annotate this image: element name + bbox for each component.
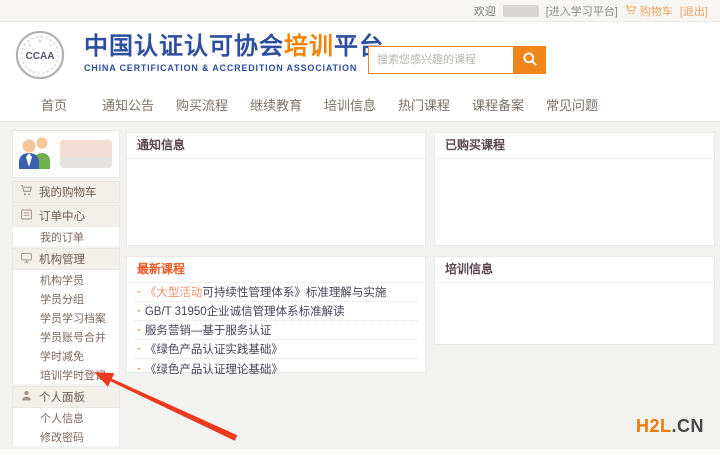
nav-item[interactable]: 首页 (17, 95, 91, 114)
nav-item[interactable]: 热门课程 (387, 95, 461, 114)
title-part-orange: 培训 (284, 33, 334, 60)
title-part-blue1: 中国认证认可协会 (84, 33, 284, 60)
svg-text:CCAA: CCAA (25, 51, 55, 62)
bullet-icon: - (137, 305, 141, 317)
site-subtitle: CHINA CERTIFICATION & ACCREDITION ASSOCI… (84, 63, 384, 73)
course-title: 《绿色产品认证理论基础》 (145, 361, 283, 377)
bullet-icon: - (137, 363, 141, 375)
latest-panel-title: 最新课程 (127, 257, 425, 283)
cart-icon (625, 4, 637, 19)
sidebar-item[interactable]: 学员账号合并 (12, 327, 120, 346)
course-link[interactable]: -《大型活动可持续性管理体系》标准理解与实施 (135, 283, 417, 302)
site-title: 中国认证认可协会培训平台 (84, 34, 384, 60)
topbar-cart-link[interactable]: 购物车 (625, 3, 673, 19)
course-link[interactable]: -《绿色产品认证实践基础》 (135, 340, 417, 359)
site-title-block: 中国认证认可协会培训平台 CHINA CERTIFICATION & ACCRE… (84, 34, 384, 73)
sidebar-section-header[interactable]: 机构管理 (12, 248, 120, 270)
ccaa-logo: CCAA (15, 30, 65, 80)
nav-item[interactable]: 常见问题 (535, 95, 609, 114)
nav-item[interactable]: 课程备案 (461, 95, 535, 114)
order-icon (20, 208, 33, 224)
welcome-label: 欢迎 (474, 3, 496, 19)
nav-item[interactable]: 购买流程 (165, 95, 239, 114)
sidebar-section-label: 我的购物车 (39, 184, 97, 200)
sidebar-section-header[interactable]: 我的购物车 (12, 181, 120, 203)
sidebar: 我的购物车订单中心我的订单机构管理机构学员学员分组学员学习档案学员账号合并学时减… (12, 130, 120, 446)
h2l-watermark: H2L.CN (636, 416, 704, 437)
watermark-suffix: .CN (672, 416, 705, 436)
search-button[interactable] (513, 46, 546, 74)
notice-panel: 通知信息 (126, 132, 426, 246)
search-input[interactable] (368, 46, 513, 74)
nav-item[interactable]: 通知公告 (91, 95, 165, 114)
username-redacted (503, 5, 539, 17)
course-link[interactable]: -服务营销—基于服务认证 (135, 321, 417, 340)
latest-courses-list: -《大型活动可持续性管理体系》标准理解与实施-GB/T 31950企业诚信管理体… (127, 283, 425, 378)
course-search (368, 46, 546, 74)
person-icon (20, 389, 33, 405)
sidebar-section-header[interactable]: 订单中心 (12, 205, 120, 227)
course-title-highlight: 《大型活动 (145, 284, 203, 300)
sidebar-section-header[interactable]: 个人面板 (12, 386, 120, 408)
bullet-icon: - (137, 343, 141, 355)
purchased-panel-title: 已购买课程 (435, 133, 714, 159)
sidebar-item[interactable]: 我的订单 (12, 227, 120, 246)
sidebar-item[interactable]: 学员学习档案 (12, 308, 120, 327)
sidebar-item[interactable]: 学员分组 (12, 289, 120, 308)
sidebar-item[interactable]: 修改密码 (12, 427, 120, 446)
topbar: 欢迎 [进入学习平台] 购物车 [退出] (0, 0, 720, 22)
bullet-icon: - (137, 286, 141, 298)
logout-link[interactable]: [退出] (680, 3, 708, 19)
sidebar-section-label: 订单中心 (39, 208, 85, 224)
user-profile-card (12, 130, 120, 178)
cart-icon (20, 184, 33, 200)
enter-platform-link[interactable]: [进入学习平台] (546, 3, 618, 19)
bottom-strip (0, 449, 720, 455)
course-title: 可持续性管理体系》标准理解与实施 (202, 284, 386, 300)
course-link[interactable]: -《绿色产品认证理论基础》 (135, 359, 417, 378)
sidebar-section-label: 个人面板 (39, 389, 85, 405)
course-link[interactable]: -GB/T 31950企业诚信管理体系标准解读 (135, 302, 417, 321)
course-title: 服务营销—基于服务认证 (145, 322, 272, 338)
watermark-brand: H2L (636, 416, 672, 436)
user-name-redacted (60, 140, 112, 168)
header: CCAA 中国认证认可协会培训平台 CHINA CERTIFICATION & … (0, 22, 720, 88)
sidebar-item[interactable]: 机构学员 (12, 270, 120, 289)
course-title: GB/T 31950企业诚信管理体系标准解读 (145, 303, 345, 319)
monitor-icon (20, 251, 33, 267)
sidebar-section-label: 机构管理 (39, 251, 85, 267)
latest-courses-panel: 最新课程 -《大型活动可持续性管理体系》标准理解与实施-GB/T 31950企业… (126, 256, 426, 373)
course-title: 《绿色产品认证实践基础》 (145, 341, 283, 357)
purchased-courses-panel: 已购买课程 (434, 132, 715, 246)
bullet-icon: - (137, 324, 141, 336)
sidebar-item[interactable]: 学时减免 (12, 346, 120, 365)
training-info-panel: 培训信息 (434, 256, 715, 345)
main-nav: 首页通知公告购买流程继续教育培训信息热门课程课程备案常见问题 (0, 88, 720, 122)
sidebar-item[interactable]: 个人信息 (12, 408, 120, 427)
sidebar-item[interactable]: 培训学时登记 (12, 365, 120, 384)
topbar-cart-label: 购物车 (640, 3, 673, 19)
nav-item[interactable]: 培训信息 (313, 95, 387, 114)
sidebar-menu: 我的购物车订单中心我的订单机构管理机构学员学员分组学员学习档案学员账号合并学时减… (12, 181, 120, 446)
nav-item[interactable]: 继续教育 (239, 95, 313, 114)
notice-panel-title: 通知信息 (127, 133, 425, 159)
search-icon (522, 51, 538, 70)
training-panel-title: 培训信息 (435, 257, 714, 283)
users-avatar-icon (17, 135, 55, 174)
